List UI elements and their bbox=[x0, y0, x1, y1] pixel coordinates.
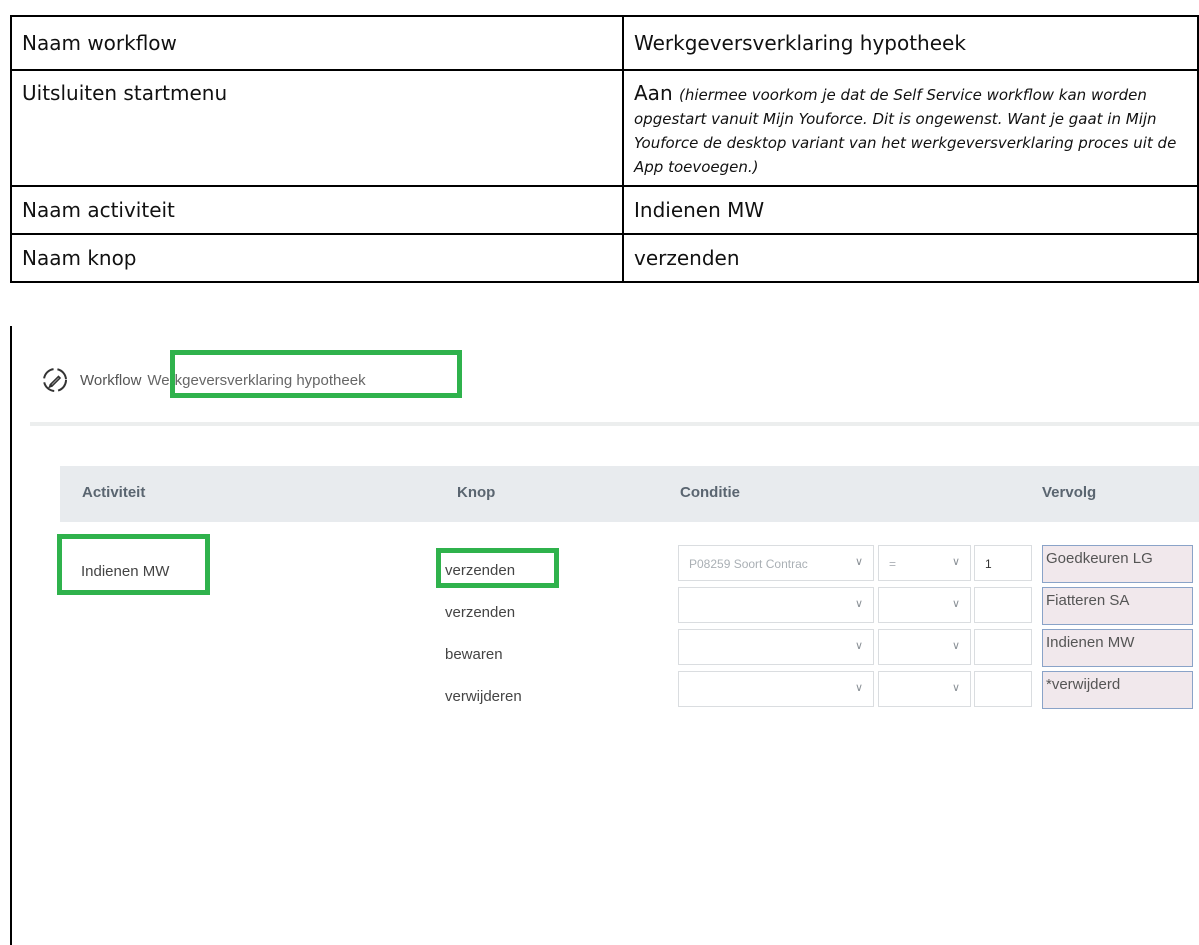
operator-value: = bbox=[889, 557, 897, 571]
next-field[interactable]: Goedkeuren LG bbox=[1042, 545, 1193, 583]
condition-select[interactable]: P08259 Soort Contrac ∨ bbox=[678, 545, 874, 581]
info-value: Aan bbox=[634, 81, 673, 105]
divider bbox=[30, 422, 1199, 426]
page: Naam workflow Werkgeversverklaring hypot… bbox=[0, 0, 1199, 945]
header-next: Vervolg bbox=[1042, 484, 1097, 501]
header-activity: Activiteit bbox=[82, 484, 146, 501]
info-label: Naam knop bbox=[10, 233, 624, 283]
condition-value-input[interactable] bbox=[974, 629, 1032, 665]
condition-value-input[interactable] bbox=[974, 671, 1032, 707]
condition-value-input[interactable] bbox=[974, 587, 1032, 623]
workflow-icon bbox=[43, 368, 67, 392]
info-value-cell: Aan (hiermee voorkom je dat de Self Serv… bbox=[622, 69, 1199, 187]
chevron-down-icon: ∨ bbox=[951, 682, 960, 694]
header-condition: Conditie bbox=[680, 484, 740, 501]
condition-select[interactable]: ∨ bbox=[678, 587, 874, 623]
breadcrumb-section[interactable]: Workflow bbox=[80, 372, 141, 389]
operator-select[interactable]: ∨ bbox=[878, 629, 971, 665]
condition-value: P08259 Soort Contrac bbox=[689, 557, 808, 571]
header-button: Knop bbox=[457, 484, 496, 501]
next-value: *verwijderd bbox=[1046, 676, 1121, 693]
operator-select[interactable]: ∨ bbox=[878, 671, 971, 707]
chevron-down-icon: ∨ bbox=[951, 598, 960, 610]
info-table: Naam workflow Werkgeversverklaring hypot… bbox=[10, 15, 1199, 283]
highlight-box bbox=[170, 350, 462, 398]
chevron-down-icon: ∨ bbox=[951, 640, 960, 652]
highlight-box bbox=[436, 548, 559, 588]
info-row: Naam activiteit Indienen MW bbox=[10, 185, 1199, 235]
info-row: Naam knop verzenden bbox=[10, 233, 1199, 283]
next-value: Fiatteren SA bbox=[1046, 592, 1130, 609]
info-value: Indienen MW bbox=[622, 185, 1199, 235]
next-field[interactable]: Indienen MW bbox=[1042, 629, 1193, 667]
button-name: verzenden bbox=[445, 604, 516, 621]
operator-select[interactable]: ∨ bbox=[878, 587, 971, 623]
next-field[interactable]: Fiatteren SA bbox=[1042, 587, 1193, 625]
chevron-down-icon: ∨ bbox=[854, 556, 863, 568]
next-value: Indienen MW bbox=[1046, 634, 1135, 651]
info-row: Naam workflow Werkgeversverklaring hypot… bbox=[10, 15, 1199, 71]
info-value: Werkgeversverklaring hypotheek bbox=[622, 15, 1199, 71]
next-value: Goedkeuren LG bbox=[1046, 550, 1153, 567]
info-row: Uitsluiten startmenu Aan (hiermee voorko… bbox=[10, 69, 1199, 187]
button-name: bewaren bbox=[445, 646, 503, 663]
info-note: (hiermee voorkom je dat de Self Service … bbox=[634, 86, 1177, 176]
info-label: Naam activiteit bbox=[10, 185, 624, 235]
condition-number: 1 bbox=[985, 557, 992, 571]
table-header: Activiteit Knop Conditie Vervolg bbox=[60, 466, 1199, 522]
info-label: Naam workflow bbox=[10, 15, 624, 71]
info-label: Uitsluiten startmenu bbox=[10, 69, 624, 187]
operator-select[interactable]: = ∨ bbox=[878, 545, 971, 581]
chevron-down-icon: ∨ bbox=[951, 556, 960, 568]
button-name: verwijderen bbox=[445, 688, 522, 705]
chevron-down-icon: ∨ bbox=[854, 682, 863, 694]
chevron-down-icon: ∨ bbox=[854, 598, 863, 610]
condition-value-input[interactable]: 1 bbox=[974, 545, 1032, 581]
highlight-box bbox=[57, 534, 210, 595]
condition-select[interactable]: ∨ bbox=[678, 671, 874, 707]
workflow-screenshot: Workflow Werkgeversverklaring hypotheek … bbox=[10, 326, 1199, 945]
chevron-down-icon: ∨ bbox=[854, 640, 863, 652]
condition-select[interactable]: ∨ bbox=[678, 629, 874, 665]
next-field[interactable]: *verwijderd bbox=[1042, 671, 1193, 709]
info-value: verzenden bbox=[622, 233, 1199, 283]
